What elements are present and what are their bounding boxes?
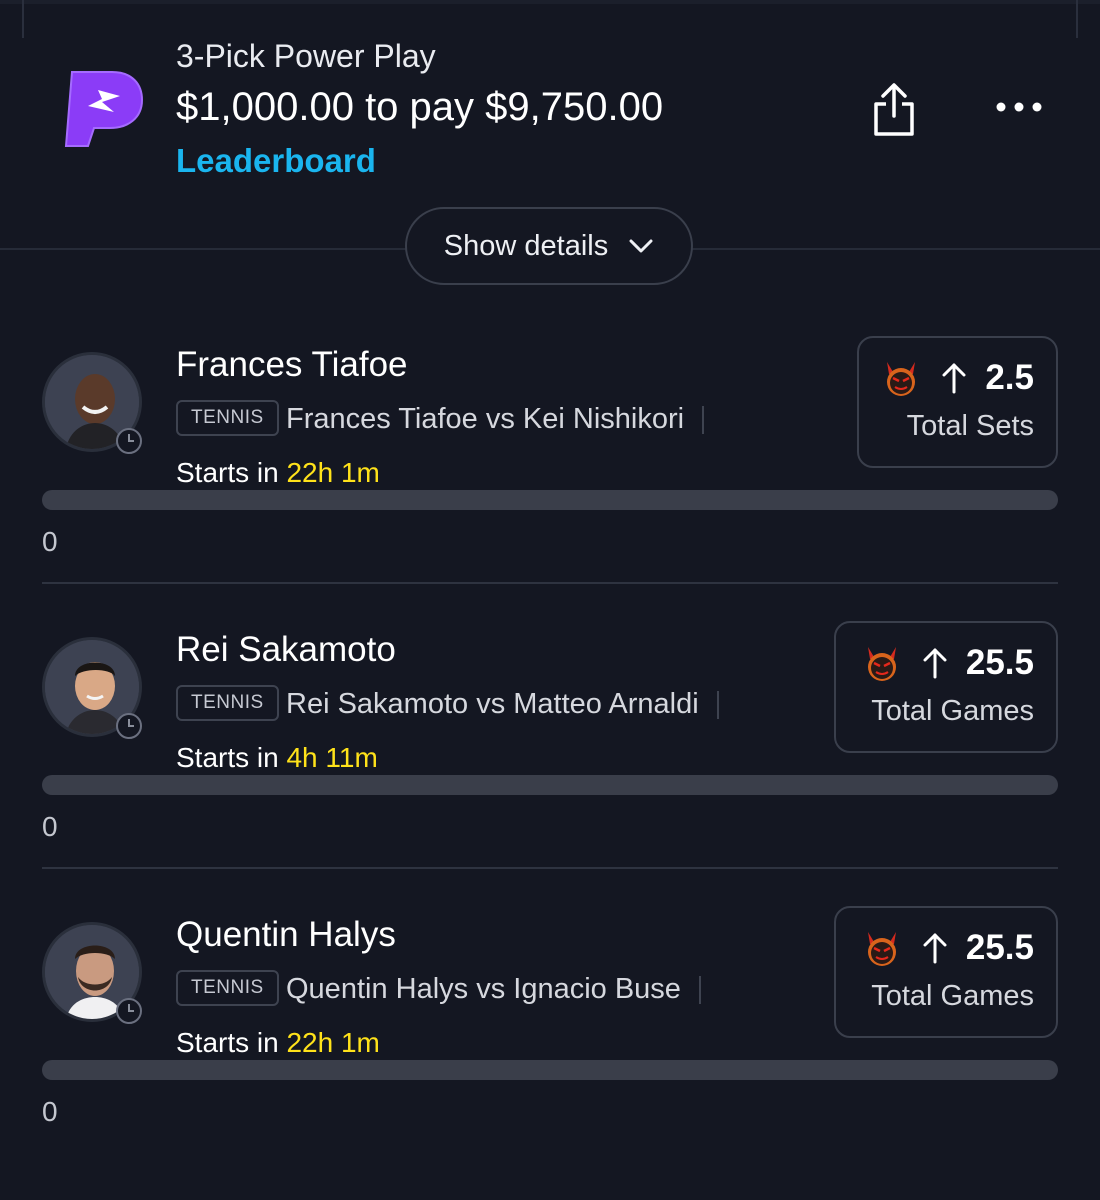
player-name: Frances Tiafoe bbox=[176, 345, 408, 384]
stat-type: Total Sets bbox=[906, 410, 1034, 442]
matchup-label: Rei Sakamoto vs Matteo Arnaldi bbox=[286, 688, 699, 720]
arrow-up-icon bbox=[923, 933, 947, 964]
matchup-text: Rei Sakamoto vs Matteo Arnaldi bbox=[286, 683, 719, 725]
play-type-title: 3-Pick Power Play bbox=[176, 38, 436, 74]
start-prefix: Starts in bbox=[176, 1027, 279, 1058]
start-countdown: 22h 1m bbox=[286, 1027, 380, 1058]
clock-icon bbox=[116, 998, 142, 1024]
stat-type: Total Games bbox=[871, 980, 1034, 1012]
pick-row: Frances Tiafoe TENNIS Frances Tiafoe vs … bbox=[0, 330, 1100, 615]
share-icon[interactable] bbox=[868, 82, 920, 138]
matchup-separator bbox=[702, 406, 705, 435]
demon-icon bbox=[887, 362, 916, 396]
leaderboard-link[interactable]: Leaderboard bbox=[176, 136, 663, 186]
clock-icon bbox=[116, 713, 142, 739]
more-dots-icon[interactable] bbox=[994, 92, 1044, 122]
progress-bar bbox=[42, 490, 1058, 510]
line-value: 25.5 bbox=[965, 928, 1034, 967]
show-details-label: Show details bbox=[443, 229, 609, 262]
matchup-separator bbox=[716, 691, 719, 720]
divider bbox=[42, 582, 1058, 584]
clock-icon bbox=[116, 428, 142, 454]
pick-row: Rei Sakamoto TENNIS Rei Sakamoto vs Matt… bbox=[0, 615, 1100, 900]
pick-row: Quentin Halys TENNIS Quentin Halys vs Ig… bbox=[0, 900, 1100, 1185]
progress-bar bbox=[42, 1060, 1058, 1080]
progress-value: 0 bbox=[42, 811, 58, 842]
projection-card[interactable]: 25.5 Total Games bbox=[834, 621, 1058, 753]
projection-card[interactable]: 25.5 Total Games bbox=[834, 906, 1058, 1038]
matchup-label: Quentin Halys vs Ignacio Buse bbox=[286, 973, 681, 1005]
player-name: Quentin Halys bbox=[176, 915, 396, 954]
start-prefix: Starts in bbox=[176, 457, 279, 488]
demon-icon bbox=[867, 932, 896, 966]
prizepicks-logo-icon bbox=[64, 71, 144, 147]
player-name: Rei Sakamoto bbox=[176, 630, 396, 669]
divider bbox=[42, 867, 1058, 869]
stake-payout-line: $1,000.00 to pay $9,750.00 bbox=[176, 85, 664, 129]
show-details-button[interactable]: Show details bbox=[405, 207, 693, 285]
matchup-separator bbox=[698, 976, 701, 1005]
line-value: 2.5 bbox=[985, 358, 1034, 397]
projection-card[interactable]: 2.5 Total Sets bbox=[857, 336, 1058, 468]
matchup-text: Frances Tiafoe vs Kei Nishikori bbox=[286, 398, 705, 440]
progress-value: 0 bbox=[42, 1096, 58, 1127]
arrow-up-icon bbox=[923, 648, 947, 679]
start-countdown: 4h 11m bbox=[286, 742, 378, 773]
matchup-text: Quentin Halys vs Ignacio Buse bbox=[286, 968, 701, 1010]
line-value: 25.5 bbox=[965, 643, 1034, 682]
start-countdown: 22h 1m bbox=[286, 457, 380, 488]
matchup-label: Frances Tiafoe vs Kei Nishikori bbox=[286, 403, 685, 435]
start-time-line: Starts in 4h 11m bbox=[176, 737, 378, 779]
sport-badge: TENNIS bbox=[176, 400, 279, 436]
progress-bar bbox=[42, 775, 1058, 795]
stat-type: Total Games bbox=[871, 695, 1034, 727]
demon-icon bbox=[867, 647, 896, 681]
arrow-up-icon bbox=[942, 363, 966, 394]
progress-value: 0 bbox=[42, 526, 58, 557]
sport-badge: TENNIS bbox=[176, 970, 279, 1006]
start-prefix: Starts in bbox=[176, 742, 279, 773]
sport-badge: TENNIS bbox=[176, 685, 279, 721]
start-time-line: Starts in 22h 1m bbox=[176, 1022, 380, 1064]
chevron-down-icon bbox=[629, 239, 653, 253]
start-time-line: Starts in 22h 1m bbox=[176, 452, 380, 494]
